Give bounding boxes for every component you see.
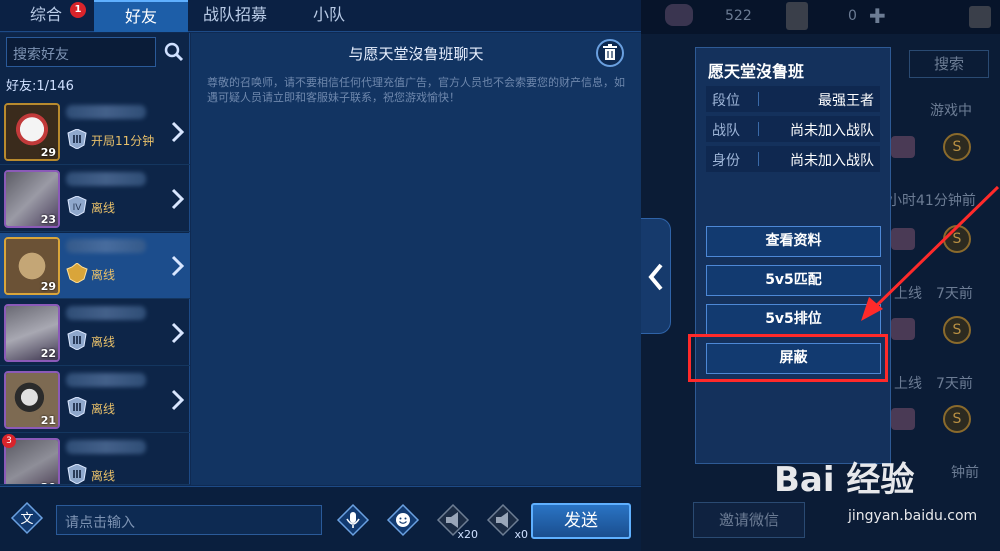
friend-status: 离线 [91,335,116,349]
resource-bar [641,0,1000,34]
avatar: 29 [4,103,60,161]
friend-status: 开局11分钟 [91,134,155,148]
avatar: 21 [4,371,60,429]
tab-friends-label: 好友 [124,7,157,26]
collapse-panel-button[interactable] [641,218,671,334]
voice-toggle-icon[interactable]: 文 [10,501,44,535]
friend-name-blurred [66,440,146,454]
rank-badge-icon [67,464,87,484]
chevron-right-icon[interactable] [170,121,186,143]
friend-status: 离线 [91,201,116,215]
ticket-count: 0 [848,8,857,24]
trash-icon[interactable] [596,39,624,67]
unread-badge: 1 [70,2,86,18]
tab-general-label: 综合 [29,5,62,24]
system-notice: 尊敬的召唤师，请不要相信任何代理充值广告，官方人员也不会索要您的财产信息，如遇可… [207,76,625,104]
avatar: 23 [4,170,60,228]
info-row-identity: 身份 尚未加入战队 [706,146,880,172]
tab-bar: 综合 1 好友 战队招募 小队 [0,0,641,32]
chat-panel: 综合 1 好友 战队招募 小队 搜索好友 好友:1/146 29 开局11分钟 [0,0,641,551]
gem-icon [665,4,693,26]
chevron-right-icon[interactable] [170,389,186,411]
svg-text:文: 文 [20,512,33,527]
watermark: Bai 经验 jingyan.baidu.com [774,452,994,542]
friend-status: 离线 [91,469,116,483]
watermark-url: jingyan.baidu.com [848,508,978,524]
conversation-title: 与愿天堂沒鲁班聊天 [348,45,484,63]
bg-search-button: 搜索 [909,50,989,78]
chevron-right-icon[interactable] [170,188,186,210]
friend-row[interactable]: 21 离线 [0,367,190,433]
big-horn-button[interactable]: x0 [486,503,528,541]
chevron-right-icon[interactable] [170,322,186,344]
friends-list-pane: 搜索好友 好友:1/146 29 开局11分钟 23 IV 离线 29 离线 2… [0,33,190,485]
add-icon: ✚ [869,4,886,28]
tab-team-recruit-label: 战队招募 [202,5,267,24]
friends-count: 好友:1/146 [6,79,74,94]
avatar: 29 [4,237,60,295]
friend-row[interactable]: 29 开局11分钟 [0,99,190,165]
rank-badge-icon [67,397,87,417]
friend-row[interactable]: 23 IV 离线 [0,166,190,232]
rank-badge-icon [67,330,87,350]
friend-name-blurred [66,239,146,253]
settings-icon [969,6,991,28]
tab-general[interactable]: 综合 1 [0,0,92,32]
watermark-logo: Bai 经验 [774,460,915,500]
send-button[interactable]: 发送 [531,503,631,539]
friend-name-blurred [66,105,146,119]
chat-input-bar: 文 请点击输入 x20 x0 发送 [0,486,641,551]
annotation-arrow-icon [861,185,1000,321]
friend-status: 离线 [91,402,116,416]
info-row-rank: 段位 最强王者 [706,86,880,112]
small-horn-button[interactable]: x20 [436,503,478,541]
friend-row[interactable]: 20 3 离线 [0,434,190,485]
emoji-icon[interactable] [386,503,420,537]
friend-name-blurred [66,373,146,387]
chat-message-input[interactable]: 请点击输入 [56,505,322,535]
avatar: 22 [4,304,60,362]
friend-search-input[interactable]: 搜索好友 [6,37,156,67]
highlight-box [688,334,888,382]
info-row-team: 战队 尚未加入战队 [706,116,880,142]
chevron-right-icon[interactable] [170,255,186,277]
friend-name-blurred [66,306,146,320]
heart-icon [891,136,915,158]
friend-name-blurred [66,172,146,186]
friend-row[interactable]: 22 离线 [0,300,190,366]
rank-badge-icon [66,263,88,283]
tab-squad-label: 小队 [312,5,345,24]
bg-status-playing: 游戏中 [930,103,972,119]
popup-player-name: 愿天堂沒鲁班 [708,62,805,81]
conversation-pane: 与愿天堂沒鲁班聊天 尊敬的召唤师，请不要相信任何代理充值广告，官方人员也不会索要… [191,33,641,485]
bg-days-ago: 7天前 [936,376,973,392]
tab-team-recruit[interactable]: 战队招募 [188,0,282,32]
tab-friends[interactable]: 好友 [94,0,188,32]
coin-icon: S [943,405,971,433]
microphone-icon[interactable] [336,503,370,537]
heart-icon [891,408,915,430]
small-horn-count: x20 [457,528,478,541]
rank-badge-icon [67,129,87,149]
coin-count: 522 [725,8,752,24]
coin-icon: S [943,133,971,161]
friend-row-selected[interactable]: 29 离线 [0,233,190,299]
tab-squad[interactable]: 小队 [282,0,376,32]
bg-online-label: 上线 [894,376,922,392]
chevron-left-icon [648,263,663,291]
friend-status: 离线 [91,268,116,282]
svg-text:IV: IV [73,203,83,213]
big-horn-count: x0 [514,528,528,541]
kpl-rank-badge: 3 [2,434,16,448]
rank-badge-icon: IV [67,196,87,216]
ticket-icon [786,2,808,30]
search-icon[interactable] [162,39,186,65]
